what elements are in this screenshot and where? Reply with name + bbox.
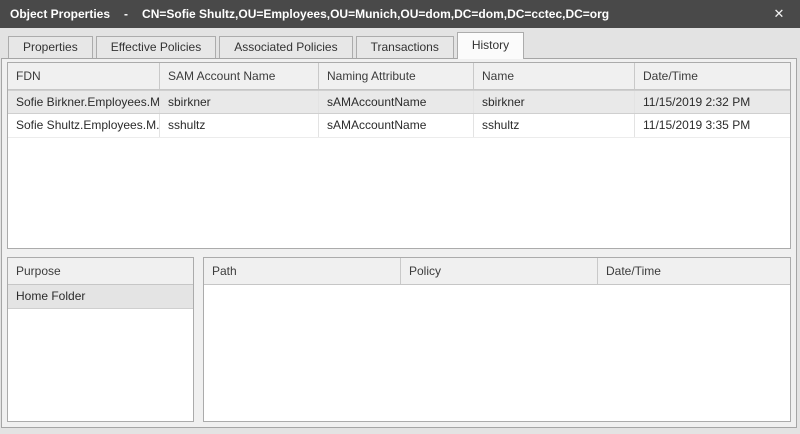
history-table: FDN SAM Account Name Naming Attribute Na… (7, 62, 791, 249)
column-header-naming-attribute[interactable]: Naming Attribute (319, 63, 474, 89)
cell-naming-attribute: sAMAccountName (319, 114, 474, 137)
cell-sam-account-name: sshultz (160, 114, 319, 137)
tab-strip: Properties Effective Policies Associated… (0, 28, 800, 58)
history-table-header: FDN SAM Account Name Naming Attribute Na… (8, 63, 790, 90)
purpose-panel-header[interactable]: Purpose (8, 258, 193, 285)
column-header-fdn[interactable]: FDN (8, 63, 160, 89)
tab-transactions[interactable]: Transactions (356, 36, 454, 58)
cell-datetime: 11/15/2019 3:35 PM (635, 114, 790, 137)
detail-table-header: Path Policy Date/Time (204, 258, 790, 285)
object-dn: CN=Sofie Shultz,OU=Employees,OU=Munich,O… (142, 7, 609, 21)
cell-fdn: Sofie Shultz.Employees.M... (8, 114, 160, 137)
list-item-home-folder[interactable]: Home Folder (8, 285, 193, 309)
tab-properties[interactable]: Properties (8, 36, 93, 58)
column-header-sam-account-name[interactable]: SAM Account Name (160, 63, 319, 89)
title-separator: - (124, 7, 128, 21)
cell-naming-attribute: sAMAccountName (319, 91, 474, 113)
purpose-panel: Purpose Home Folder (7, 257, 194, 422)
tab-history[interactable]: History (457, 32, 524, 59)
cell-name: sbirkner (474, 91, 635, 113)
column-header-name[interactable]: Name (474, 63, 635, 89)
column-header-policy[interactable]: Policy (401, 258, 598, 284)
tab-associated-policies[interactable]: Associated Policies (219, 36, 352, 58)
detail-table: Path Policy Date/Time (203, 257, 791, 422)
object-properties-dialog: Object Properties - CN=Sofie Shultz,OU=E… (0, 0, 800, 434)
lower-section: Purpose Home Folder Path Policy Date/Tim… (7, 257, 791, 422)
cell-sam-account-name: sbirkner (160, 91, 319, 113)
column-header-datetime[interactable]: Date/Time (598, 258, 790, 284)
history-tab-panel: FDN SAM Account Name Naming Attribute Na… (1, 58, 797, 428)
title-bar: Object Properties - CN=Sofie Shultz,OU=E… (0, 0, 800, 28)
dialog-title: Object Properties (10, 7, 110, 21)
column-header-path[interactable]: Path (204, 258, 401, 284)
close-icon[interactable]: ✕ (768, 3, 790, 25)
cell-fdn: Sofie Birkner.Employees.M... (8, 91, 160, 113)
cell-datetime: 11/15/2019 2:32 PM (635, 91, 790, 113)
column-header-datetime[interactable]: Date/Time (635, 63, 790, 89)
tab-effective-policies[interactable]: Effective Policies (96, 36, 217, 58)
table-row[interactable]: Sofie Birkner.Employees.M... sbirkner sA… (8, 90, 790, 114)
cell-name: sshultz (474, 114, 635, 137)
table-row[interactable]: Sofie Shultz.Employees.M... sshultz sAMA… (8, 114, 790, 138)
